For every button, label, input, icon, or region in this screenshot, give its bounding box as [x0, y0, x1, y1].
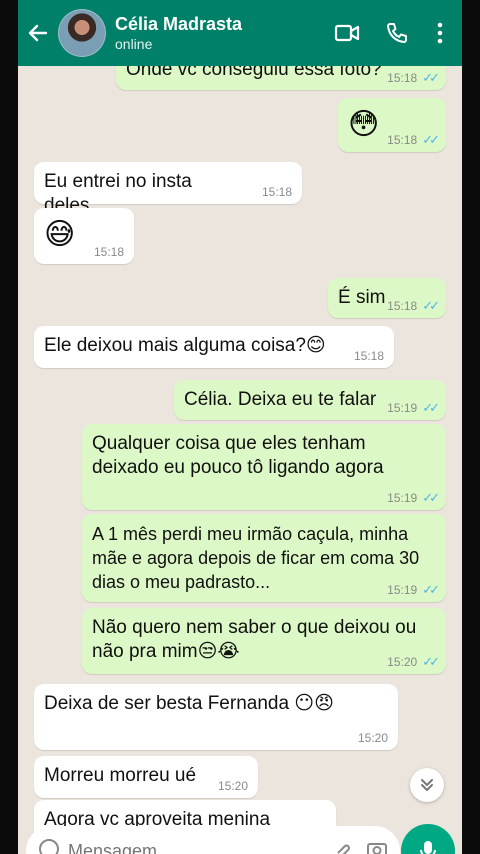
- message-text: Deixa de ser besta Fernanda 😶😠: [44, 693, 334, 714]
- message-text: Não quero nem saber o que deixou ou não …: [92, 617, 417, 662]
- mic-icon: [420, 841, 436, 854]
- read-ticks-icon: ✓✓: [422, 132, 440, 147]
- camera-icon[interactable]: [366, 839, 388, 854]
- message-time: 15:18: [93, 245, 124, 259]
- message-bubble-outgoing[interactable]: A 1 mês perdi meu irmão caçula, minha mã…: [82, 514, 446, 602]
- message-meta: 15:18: [94, 245, 124, 259]
- message-meta: 15:18 ✓✓: [387, 70, 440, 86]
- message-list[interactable]: Onde vc conseguiu essa foto? 15:18 ✓✓ 😳 …: [18, 0, 462, 854]
- arrow-left-icon: [28, 24, 48, 42]
- message-bubble-incoming[interactable]: Ele deixou mais alguma coisa?😊 15:18: [34, 326, 394, 368]
- message-text: 😳: [348, 108, 380, 141]
- attach-icon[interactable]: [332, 839, 352, 854]
- message-bubble-outgoing[interactable]: Célia. Deixa eu te falar 15:19 ✓✓: [174, 380, 446, 420]
- message-time: 15:18: [353, 349, 384, 363]
- message-time: 15:20: [387, 655, 418, 669]
- message-bubble-outgoing[interactable]: É sim 15:18 ✓✓: [328, 278, 446, 318]
- message-text: 😅: [44, 218, 76, 251]
- message-bubble-outgoing[interactable]: 😳 15:18 ✓✓: [338, 98, 446, 152]
- emoji-icon[interactable]: [38, 838, 60, 854]
- message-composer: [26, 826, 400, 854]
- contact-name: Célia Madrasta: [115, 14, 243, 34]
- message-time: 15:20: [357, 731, 388, 745]
- message-time: 15:18: [387, 133, 418, 147]
- message-bubble-incoming[interactable]: Eu entrei no insta deles 15:18: [34, 162, 302, 216]
- scroll-to-bottom-button[interactable]: [410, 768, 444, 802]
- read-ticks-icon: ✓✓: [422, 490, 440, 505]
- message-meta: 15:20: [358, 731, 388, 745]
- message-time: 15:20: [217, 779, 248, 793]
- message-text: A 1 mês perdi meu irmão caçula, minha mã…: [92, 524, 420, 592]
- contact-status: online: [115, 36, 153, 52]
- message-text: É sim: [338, 287, 386, 308]
- message-text: Célia. Deixa eu te falar: [184, 389, 377, 410]
- message-time: 15:19: [387, 401, 418, 415]
- video-call-button[interactable]: [322, 8, 372, 58]
- message-bubble-incoming[interactable]: Deixa de ser besta Fernanda 😶😠 15:20: [34, 684, 398, 750]
- message-text: Qualquer coisa que eles tenham deixado e…: [92, 433, 384, 478]
- message-meta: 15:19 ✓✓: [387, 490, 440, 506]
- message-meta: 15:20: [218, 779, 248, 793]
- voice-call-button[interactable]: [372, 8, 422, 58]
- message-bubble-incoming[interactable]: 😅 15:18: [34, 208, 134, 264]
- message-meta: 15:20 ✓✓: [387, 654, 440, 670]
- read-ticks-icon: ✓✓: [422, 654, 440, 669]
- avatar[interactable]: [58, 9, 106, 57]
- message-time: 15:18: [387, 71, 418, 85]
- message-time: 15:18: [387, 299, 418, 313]
- read-ticks-icon: ✓✓: [422, 582, 440, 597]
- message-meta: 15:18: [262, 185, 292, 199]
- chat-header: Célia Madrasta online: [18, 0, 462, 66]
- message-text: Morreu morreu ué: [44, 765, 197, 786]
- message-meta: 15:19 ✓✓: [387, 400, 440, 416]
- phone-icon: [387, 23, 407, 43]
- double-chevron-down-icon: [421, 779, 433, 791]
- message-input[interactable]: [68, 840, 332, 854]
- message-time: 15:19: [387, 583, 418, 597]
- message-time: 15:18: [261, 185, 292, 199]
- back-button[interactable]: [18, 0, 58, 66]
- message-time: 15:19: [387, 491, 418, 505]
- message-meta: 15:18 ✓✓: [387, 298, 440, 314]
- contact-info[interactable]: Célia Madrasta online: [115, 13, 322, 53]
- chat-screen: Onde vc conseguiu essa foto? 15:18 ✓✓ 😳 …: [18, 0, 462, 854]
- message-text: Ele deixou mais alguma coisa?😊: [44, 335, 326, 356]
- video-camera-icon: [334, 24, 360, 42]
- message-bubble-outgoing[interactable]: Qualquer coisa que eles tenham deixado e…: [82, 424, 446, 510]
- read-ticks-icon: ✓✓: [422, 70, 440, 85]
- read-ticks-icon: ✓✓: [422, 298, 440, 313]
- message-meta: 15:19 ✓✓: [387, 582, 440, 598]
- message-bubble-outgoing[interactable]: Não quero nem saber o que deixou ou não …: [82, 608, 446, 674]
- message-bubble-incoming[interactable]: Morreu morreu ué 15:20: [34, 756, 258, 798]
- message-meta: 15:18: [354, 349, 384, 363]
- more-options-button[interactable]: [422, 8, 458, 58]
- read-ticks-icon: ✓✓: [422, 400, 440, 415]
- message-meta: 15:18 ✓✓: [387, 132, 440, 148]
- kebab-menu-icon: [437, 22, 443, 44]
